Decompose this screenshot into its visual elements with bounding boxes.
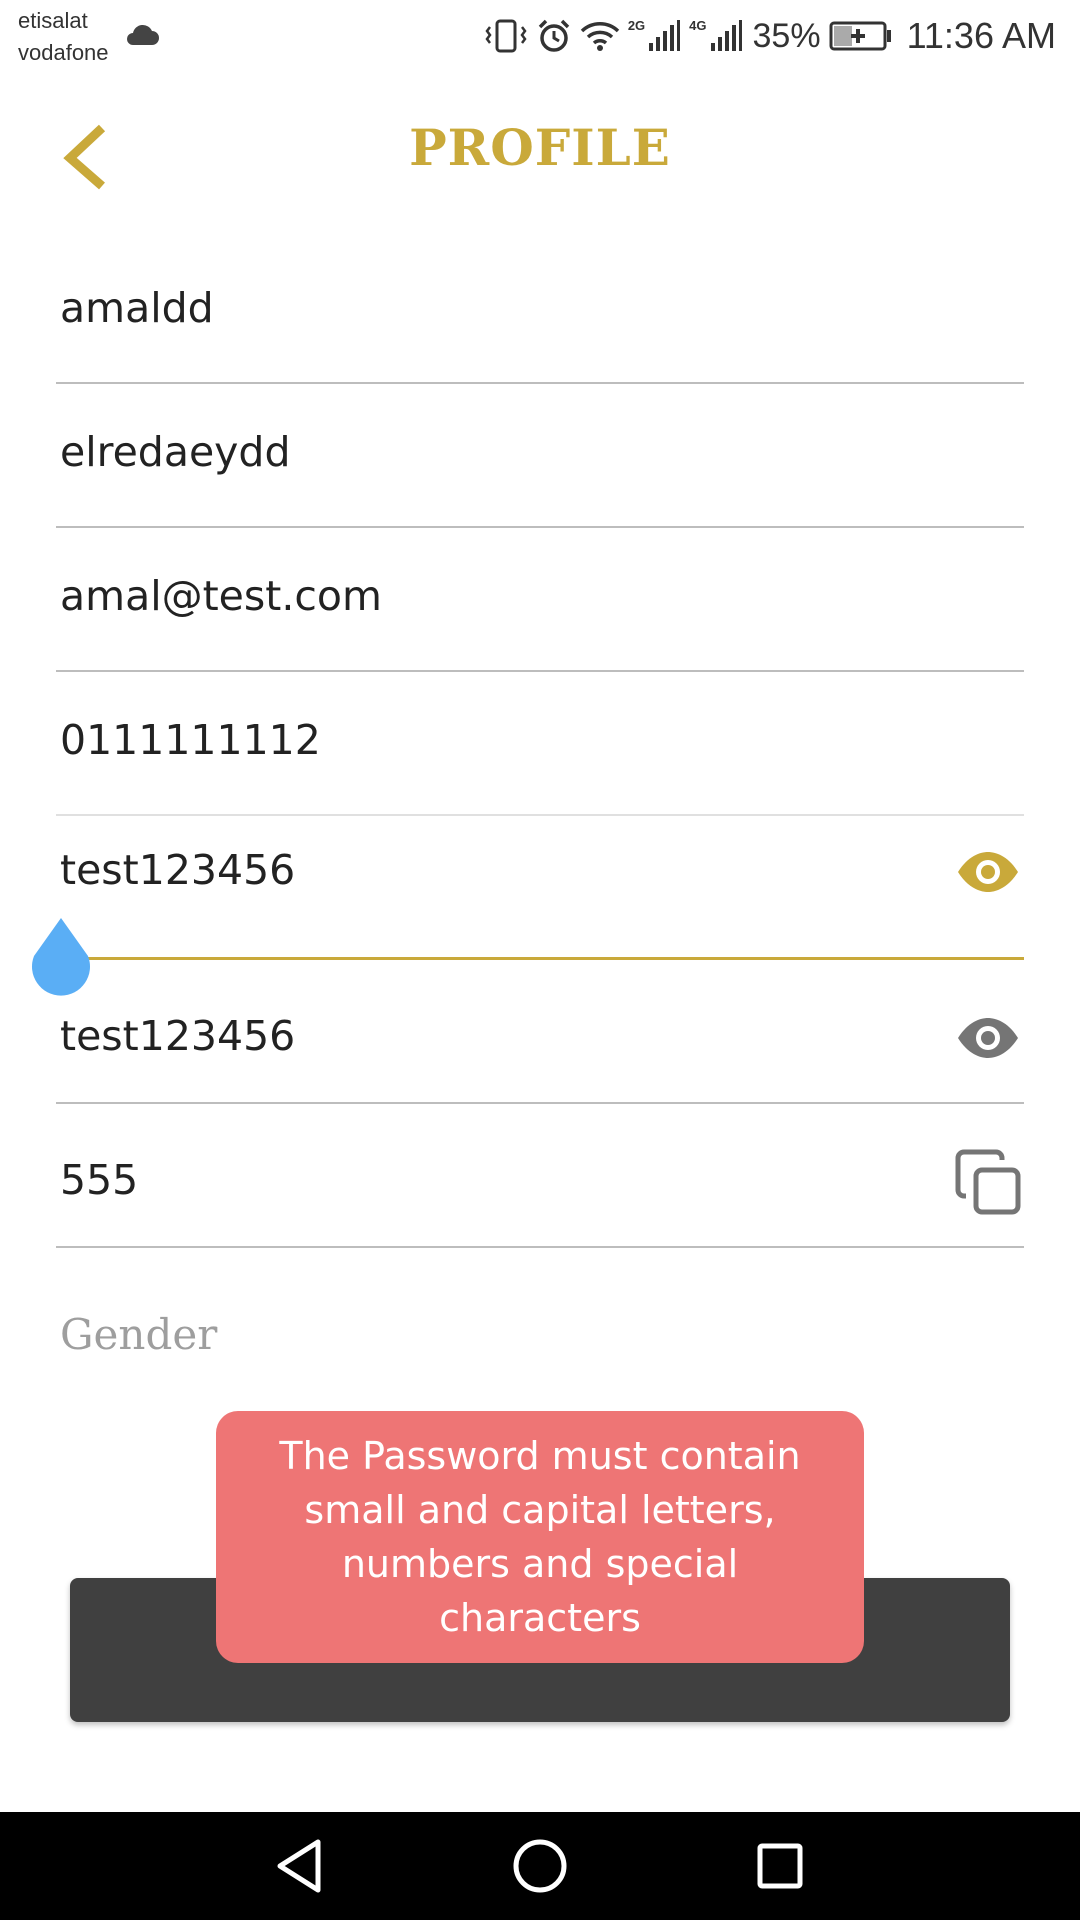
back-triangle-icon	[277, 1839, 321, 1893]
error-toast: The Password must contain small and capi…	[216, 1411, 864, 1663]
confirm-password-visibility-toggle[interactable]	[952, 1002, 1024, 1074]
password-value: test123456	[60, 846, 296, 894]
confirm-password-value: test123456	[60, 1012, 296, 1060]
page-title: PROFILE	[409, 118, 671, 177]
last-name-field[interactable]: elredaeydd	[56, 384, 1024, 528]
code-field[interactable]: 555	[56, 1104, 1024, 1248]
signal-icon	[649, 20, 681, 51]
copy-icon	[955, 1149, 1021, 1215]
email-value: amal@test.com	[60, 572, 382, 620]
status-bar: etisalat vodafone 2G 4G 35% 11:36 AM	[0, 0, 1080, 80]
field-underline	[56, 1246, 1024, 1248]
network-4g-label: 4G	[689, 18, 707, 33]
last-name-value: elredaeydd	[60, 428, 291, 476]
vibrate-icon	[485, 19, 527, 53]
carrier-vodafone: vodafone	[18, 40, 109, 65]
gender-label: Gender	[60, 1310, 218, 1359]
status-icons: 2G 4G 35% 11:36 AM	[484, 14, 1056, 58]
signal-icon-2	[710, 20, 742, 51]
eye-icon	[958, 852, 1018, 892]
first-name-value: amaldd	[60, 284, 214, 332]
recents-square-icon	[757, 1843, 803, 1889]
nav-home-button[interactable]	[510, 1836, 570, 1896]
password-visibility-toggle[interactable]	[952, 836, 1024, 908]
toast-message: The Password must contain small and capi…	[279, 1434, 801, 1640]
home-circle-icon	[513, 1839, 567, 1893]
nav-back-button[interactable]	[270, 1836, 330, 1896]
email-field[interactable]: amal@test.com	[56, 528, 1024, 672]
first-name-field[interactable]: amaldd	[56, 240, 1024, 384]
phone-value: 0111111112	[60, 716, 321, 764]
alarm-icon	[538, 19, 570, 52]
copy-button[interactable]	[952, 1146, 1024, 1218]
battery-charging-icon	[829, 21, 891, 51]
carrier-etisalat: etisalat	[18, 8, 88, 33]
confirm-password-field[interactable]: test123456	[56, 960, 1024, 1104]
wifi-icon	[580, 22, 620, 51]
eye-icon	[958, 1018, 1018, 1058]
nav-recents-button[interactable]	[750, 1836, 810, 1896]
text-cursor-handle[interactable]	[26, 916, 96, 1000]
battery-percent: 35%	[752, 16, 821, 55]
system-nav-bar	[0, 1812, 1080, 1920]
phone-field[interactable]: 0111111112	[56, 672, 1024, 816]
cloud-icon	[127, 24, 159, 45]
code-value: 555	[60, 1156, 139, 1204]
network-2g-label: 2G	[627, 18, 646, 33]
status-clock: 11:36 AM	[906, 15, 1056, 56]
password-field[interactable]: test123456	[56, 816, 1024, 960]
